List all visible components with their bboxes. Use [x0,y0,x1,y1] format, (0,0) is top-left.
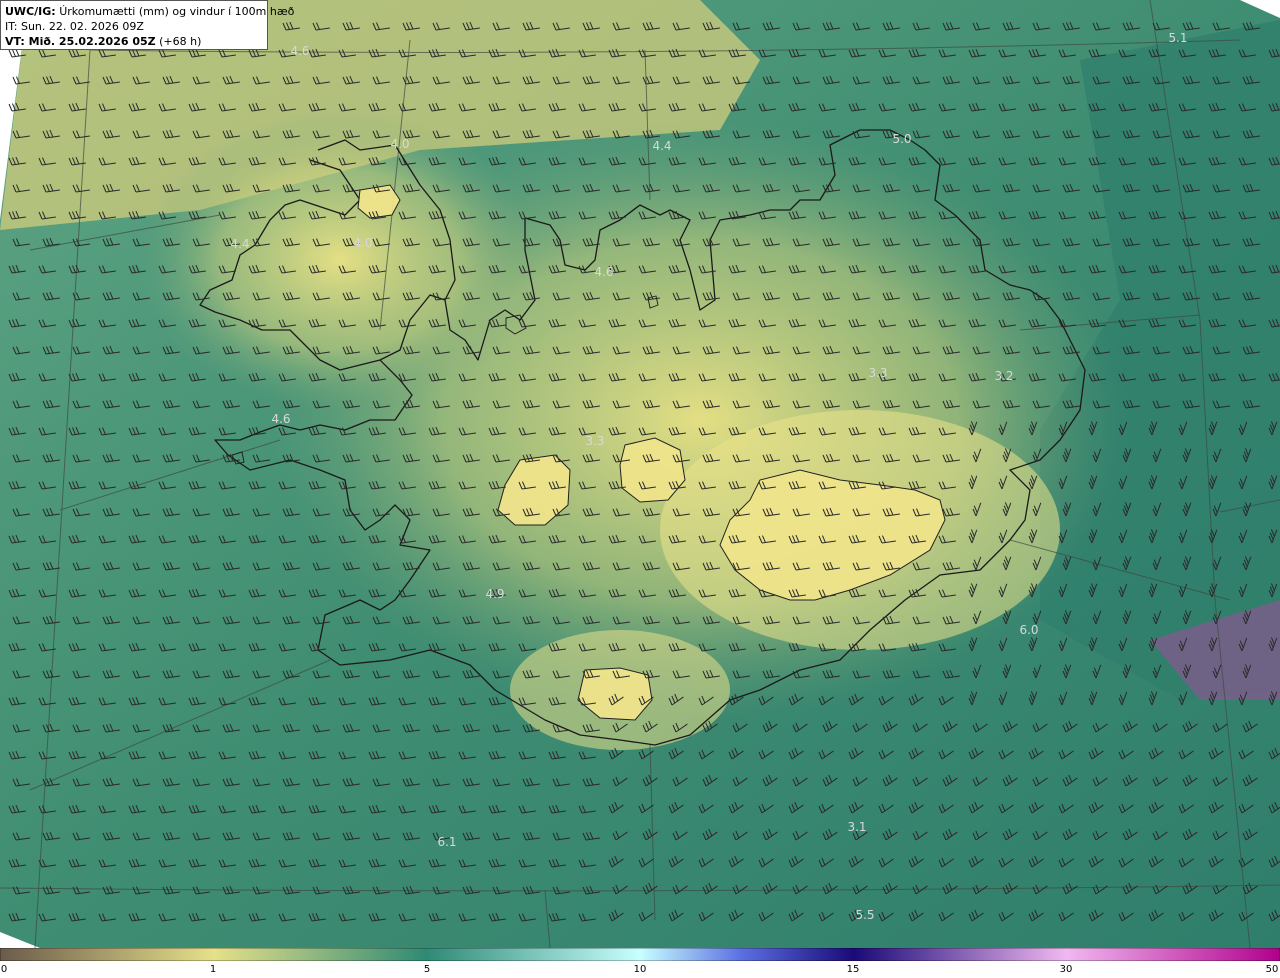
precipitation-map: 5.1 4.4 5.0 4.0 4.4 4.0 4.6 3.3 3.2 4.6 … [0,0,1280,949]
land-glow-west [140,110,540,410]
